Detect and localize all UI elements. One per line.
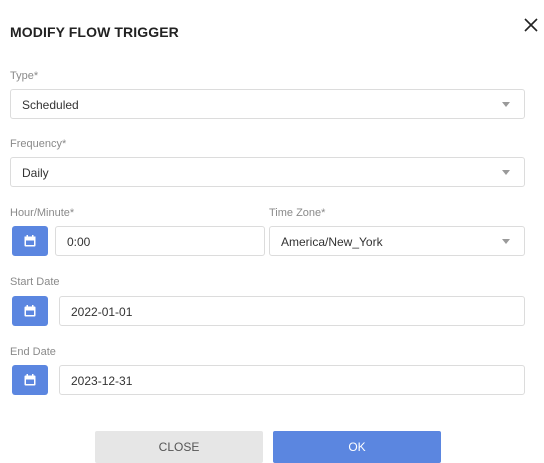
frequency-value: Daily [22,166,49,180]
end-date-picker-button[interactable] [12,365,48,395]
close-button[interactable]: CLOSE [95,431,263,463]
close-icon[interactable] [522,16,540,34]
chevron-down-icon [502,102,510,107]
start-date-label: Start Date [10,276,60,288]
start-date-value: 2022-01-01 [71,305,133,319]
chevron-down-icon [502,239,510,244]
ok-button[interactable]: OK [273,431,441,463]
hour-minute-value: 0:00 [67,235,91,249]
time-zone-label: Time Zone* [269,207,326,219]
calendar-icon [24,235,36,247]
frequency-label: Frequency* [10,138,67,150]
time-zone-select[interactable]: America/New_York [269,226,525,256]
type-select[interactable]: Scheduled [10,89,525,119]
frequency-select[interactable]: Daily [10,157,525,187]
calendar-icon [24,374,36,386]
start-date-input[interactable]: 2022-01-01 [59,296,525,326]
modify-flow-trigger-dialog: MODIFY FLOW TRIGGER Type* Scheduled Freq… [0,0,544,463]
chevron-down-icon [502,170,510,175]
type-label: Type* [10,70,39,82]
type-value: Scheduled [22,98,79,112]
dialog-title: MODIFY FLOW TRIGGER [10,24,179,40]
time-zone-value: America/New_York [281,235,383,249]
end-date-input[interactable]: 2023-12-31 [59,365,525,395]
end-date-label: End Date [10,346,56,358]
hour-minute-picker-button[interactable] [12,226,48,256]
hour-minute-input[interactable]: 0:00 [55,226,265,256]
calendar-icon [24,305,36,317]
hour-minute-label: Hour/Minute* [10,207,75,219]
end-date-value: 2023-12-31 [71,374,133,388]
start-date-picker-button[interactable] [12,296,48,326]
